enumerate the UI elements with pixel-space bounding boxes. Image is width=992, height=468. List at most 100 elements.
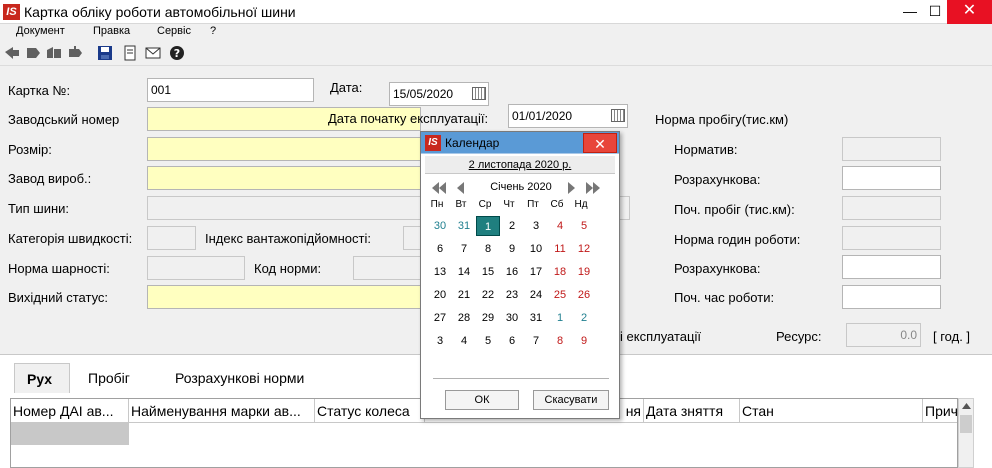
calendar-today-link[interactable]: 2 листопада 2020 р. [425, 156, 615, 174]
date-field[interactable]: 15/05/2020 [389, 82, 489, 106]
calendar-day[interactable]: 30 [500, 308, 524, 328]
calendar-day[interactable]: 7 [524, 331, 548, 351]
calendar-day[interactable]: 22 [476, 285, 500, 305]
calendar-icon[interactable] [472, 87, 486, 100]
next-year-icon[interactable] [585, 181, 601, 195]
calendar-day[interactable]: 31 [524, 308, 548, 328]
norm-field [842, 137, 941, 161]
calendar-day[interactable]: 8 [548, 331, 572, 351]
calendar-day[interactable]: 19 [572, 262, 596, 282]
forward-icon[interactable] [24, 44, 42, 62]
calculated-hours-field[interactable] [842, 255, 941, 279]
prev-year-icon[interactable] [431, 181, 447, 195]
work-hours-norm-field [842, 226, 941, 250]
table-row[interactable] [11, 423, 129, 445]
calendar-day[interactable]: 17 [524, 262, 548, 282]
calendar-day[interactable]: 26 [572, 285, 596, 305]
vertical-scrollbar[interactable] [958, 398, 974, 468]
calendar-day[interactable]: 31 [452, 216, 476, 236]
copy-icon[interactable] [45, 44, 63, 62]
calculated-norm-label: Розрахункова: [674, 172, 761, 187]
date-label: Дата: [330, 80, 363, 95]
menu-service[interactable]: Сервіс [157, 25, 191, 37]
calendar-day[interactable]: 25 [548, 285, 572, 305]
start-date-field[interactable]: 01/01/2020 [508, 104, 628, 128]
tab-movement[interactable]: Рух [14, 363, 70, 393]
start-time-field[interactable] [842, 285, 941, 309]
calendar-day[interactable]: 24 [524, 285, 548, 305]
calendar-day[interactable]: 20 [428, 285, 452, 305]
col-header-brand[interactable]: Найменування марки ав... [129, 399, 315, 423]
prev-month-icon[interactable] [455, 181, 465, 195]
calendar-day[interactable]: 13 [428, 262, 452, 282]
calendar-day[interactable]: 5 [476, 331, 500, 351]
calendar-day[interactable]: 18 [548, 262, 572, 282]
calendar-day[interactable]: 9 [572, 331, 596, 351]
mail-icon[interactable] [144, 44, 162, 62]
menu-edit[interactable]: Правка [93, 25, 130, 37]
work-hours-norm-label: Норма годин роботи: [674, 232, 801, 247]
col-header-wheel-status[interactable]: Статус колеса [315, 399, 425, 423]
wear-norm-field [147, 256, 245, 280]
operation-label: і експлуатації [620, 329, 701, 344]
tab-calc-norms[interactable]: Розрахункові норми [163, 363, 316, 393]
calendar-day[interactable]: 29 [476, 308, 500, 328]
calendar-day[interactable]: 11 [548, 239, 572, 259]
calendar-close-button[interactable]: ✕ [583, 133, 617, 153]
calendar-day[interactable]: 2 [572, 308, 596, 328]
calendar-day[interactable]: 5 [572, 216, 596, 236]
calendar-day-selected[interactable]: 1 [476, 216, 500, 236]
tab-mileage[interactable]: Пробіг [76, 363, 142, 393]
calendar-day[interactable]: 30 [428, 216, 452, 236]
calendar-day[interactable]: 2 [500, 216, 524, 236]
resource-field: 0.0 [846, 323, 921, 347]
weekday-label: Сб [550, 199, 564, 210]
scroll-up-icon[interactable] [962, 403, 971, 409]
size-field[interactable] [147, 137, 421, 161]
calendar-day[interactable]: 6 [428, 239, 452, 259]
help-icon[interactable]: ? [168, 44, 186, 62]
initial-status-field[interactable] [147, 285, 421, 309]
calendar-day[interactable]: 15 [476, 262, 500, 282]
calendar-day[interactable]: 3 [524, 216, 548, 236]
calendar-day[interactable]: 1 [548, 308, 572, 328]
card-no-field[interactable]: 001 [147, 78, 314, 102]
title-bar: IS Картка обліку роботи автомобільної ши… [0, 0, 992, 24]
calendar-day[interactable]: 27 [428, 308, 452, 328]
menu-document[interactable]: Документ [16, 25, 65, 37]
calendar-logo-icon: IS [425, 135, 441, 151]
calendar-day[interactable]: 21 [452, 285, 476, 305]
load-index-field [403, 226, 421, 250]
calendar-cancel-button[interactable]: Скасувати [533, 390, 609, 410]
calendar-day[interactable]: 28 [452, 308, 476, 328]
col-header-plate[interactable]: Номер ДАІ ав... [11, 399, 129, 423]
col-header-condition[interactable]: Стан [740, 399, 923, 423]
col-header-reason[interactable]: Прич [923, 399, 957, 423]
calendar-day[interactable]: 4 [548, 216, 572, 236]
calendar-day[interactable]: 8 [476, 239, 500, 259]
calendar-day[interactable]: 9 [500, 239, 524, 259]
calendar-ok-button[interactable]: ОК [445, 390, 519, 410]
calendar-day[interactable]: 16 [500, 262, 524, 282]
calendar-day[interactable]: 14 [452, 262, 476, 282]
save-icon[interactable] [96, 44, 114, 62]
calendar-day[interactable]: 3 [428, 331, 452, 351]
scroll-thumb[interactable] [960, 415, 972, 433]
calendar-day[interactable]: 4 [452, 331, 476, 351]
next-month-icon[interactable] [567, 181, 577, 195]
calendar-day[interactable]: 12 [572, 239, 596, 259]
calculated-norm-field[interactable] [842, 166, 941, 190]
paste-icon[interactable] [66, 44, 84, 62]
col-header-removal-date[interactable]: Дата зняття [644, 399, 740, 423]
calendar-icon[interactable] [611, 109, 625, 122]
menu-help[interactable]: ? [210, 25, 216, 37]
back-icon[interactable] [3, 44, 21, 62]
start-mileage-field [842, 196, 941, 220]
close-button[interactable]: ✕ [947, 0, 992, 24]
document-icon[interactable] [121, 44, 139, 62]
calendar-day[interactable]: 23 [500, 285, 524, 305]
calendar-day[interactable]: 6 [500, 331, 524, 351]
calendar-day[interactable]: 10 [524, 239, 548, 259]
manufacturer-field[interactable] [147, 166, 421, 190]
calendar-day[interactable]: 7 [452, 239, 476, 259]
